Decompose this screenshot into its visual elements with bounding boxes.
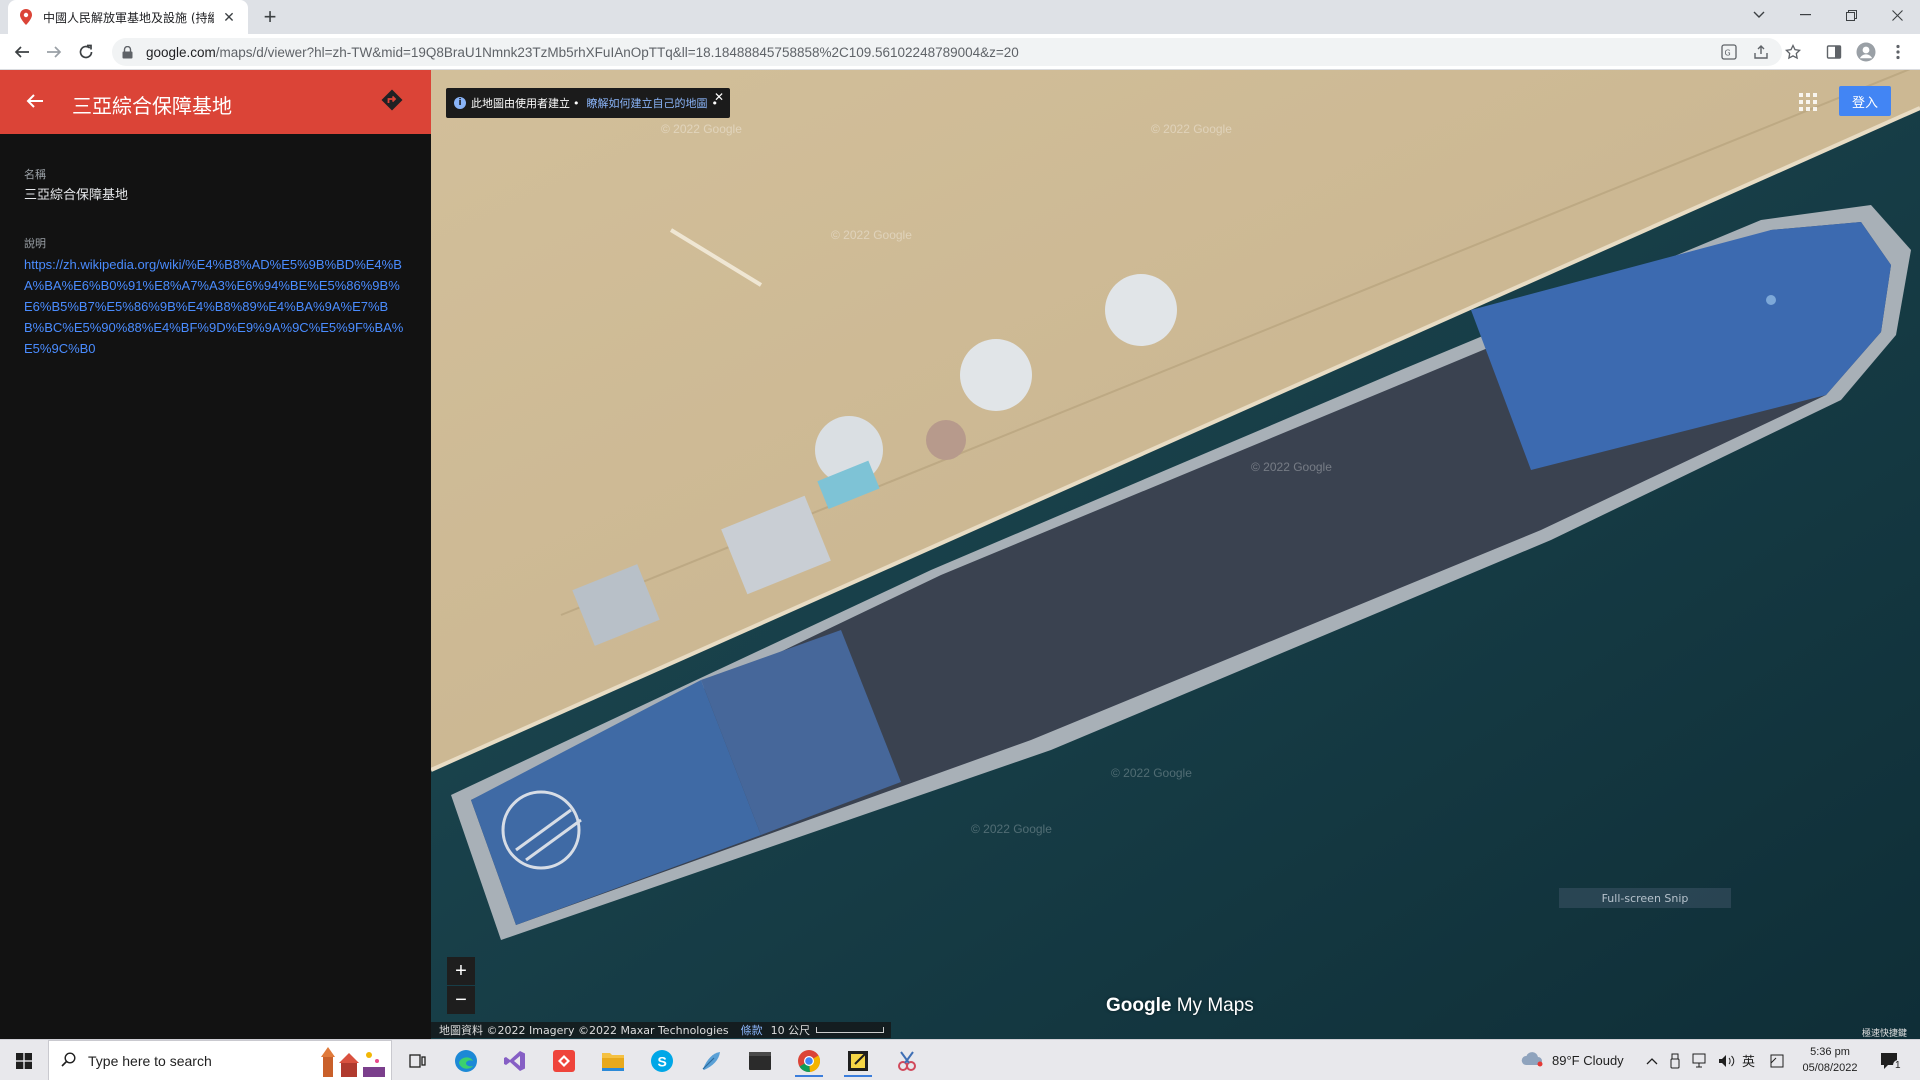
place-title: 三亞綜合保障基地 — [72, 94, 232, 118]
close-window-button[interactable] — [1874, 0, 1920, 30]
map-attribution: 地圖資料 ©2022 Imagery ©2022 Maxar Technolog… — [431, 1022, 891, 1038]
search-icon — [61, 1051, 76, 1070]
svg-text:G: G — [1725, 49, 1731, 58]
network-icon[interactable] — [1692, 1040, 1710, 1080]
share-icon[interactable] — [1749, 40, 1773, 64]
search-placeholder: Type here to search — [88, 1052, 212, 1069]
map-watermark: © 2022 Google — [1151, 122, 1232, 136]
browser-tab[interactable]: 中國人民解放軍基地及設施 (持續... ✕ — [8, 0, 248, 34]
windows-taskbar: Type here to search S 89°F Cloudy 英 5:36… — [0, 1039, 1920, 1080]
tab-close-icon[interactable]: ✕ — [220, 8, 238, 26]
directions-icon[interactable] — [380, 88, 406, 114]
back-arrow-icon[interactable] — [22, 88, 48, 114]
map-watermark: © 2022 Google — [1251, 460, 1332, 474]
description-label: 說明 — [24, 237, 46, 250]
browser-toolbar: google.com/maps/d/viewer?hl=zh-TW&mid=19… — [0, 34, 1920, 70]
terms-link[interactable]: 條款 — [741, 1022, 763, 1038]
chrome-icon[interactable] — [789, 1044, 829, 1077]
user-created-map-notice: i 此地圖由使用者建立 • 瞭解如何建立自己的地圖 • ✕ — [446, 88, 730, 118]
google-maps-favicon-icon — [18, 9, 34, 25]
new-tab-button[interactable]: + — [258, 4, 282, 29]
name-label: 名稱 — [24, 168, 46, 181]
notification-count: 1 — [1893, 1060, 1903, 1071]
google-wordmark: Google — [1106, 995, 1172, 1016]
name-value: 三亞綜合保障基地 — [24, 188, 129, 203]
tab-strip: 中國人民解放軍基地及設施 (持續... ✕ + — [0, 0, 1920, 34]
profile-avatar-icon[interactable] — [1854, 40, 1878, 64]
bookmark-star-icon[interactable] — [1781, 40, 1805, 64]
minimize-button[interactable] — [1782, 0, 1828, 30]
edge-browser-icon[interactable] — [446, 1044, 486, 1077]
notice-close-icon[interactable]: ✕ — [714, 90, 724, 104]
notifications-icon[interactable]: 1 — [1880, 1040, 1903, 1080]
anydesk-icon[interactable] — [544, 1044, 584, 1077]
weather-widget[interactable]: 89°F Cloudy — [1520, 1040, 1624, 1080]
windows-start-icon[interactable] — [0, 1040, 48, 1080]
forward-icon[interactable] — [42, 40, 66, 64]
volume-icon[interactable] — [1718, 1040, 1736, 1080]
show-hidden-icons-icon[interactable] — [1646, 1040, 1658, 1080]
shortcut-overlay-label: 極速快捷鍵 — [1862, 1029, 1908, 1039]
taskbar-search-box[interactable]: Type here to search — [48, 1040, 392, 1080]
scale-bar — [816, 1027, 885, 1033]
apps-grid-icon[interactable] — [1797, 91, 1819, 113]
reload-icon[interactable] — [74, 40, 98, 64]
zoom-out-button[interactable]: − — [447, 986, 475, 1014]
address-bar[interactable]: google.com/maps/d/viewer?hl=zh-TW&mid=19… — [112, 38, 1782, 66]
clock-time: 5:36 pm — [1810, 1046, 1850, 1058]
weather-text: 89°F Cloudy — [1552, 1053, 1624, 1068]
map-watermark: © 2022 Google — [971, 822, 1052, 836]
taskbar-clock[interactable]: 5:36 pm 05/08/2022 — [1790, 1044, 1870, 1076]
lock-icon[interactable] — [122, 45, 136, 59]
file-explorer-icon[interactable] — [593, 1044, 633, 1077]
usb-device-icon[interactable] — [1670, 1040, 1680, 1080]
url-host: google.com — [146, 44, 216, 60]
svg-text:S: S — [658, 1053, 667, 1069]
map-watermark: © 2022 Google — [1111, 766, 1192, 780]
keyboard-layout-icon[interactable] — [1770, 1040, 1784, 1080]
url-path: /maps/d/viewer?hl=zh-TW&mid=19Q8BraU1Nmn… — [215, 44, 1019, 60]
panel-header: 三亞綜合保障基地 — [0, 70, 431, 134]
visual-studio-icon[interactable] — [495, 1044, 535, 1077]
task-view-icon[interactable] — [398, 1044, 438, 1077]
notice-text: 此地圖由使用者建立 — [471, 97, 570, 110]
zoom-in-button[interactable]: + — [447, 957, 475, 985]
sign-in-button[interactable]: 登入 — [1839, 86, 1891, 116]
sticky-notes-icon[interactable] — [838, 1044, 878, 1077]
place-details-panel: 三亞綜合保障基地 名稱 三亞綜合保障基地 說明 https://zh.wikip… — [0, 70, 431, 1039]
attribution-text: 地圖資料 ©2022 Imagery ©2022 Maxar Technolog… — [439, 1024, 729, 1037]
restore-button[interactable] — [1828, 0, 1874, 30]
cloudy-weather-icon — [1520, 1050, 1544, 1071]
more-menu-icon[interactable] — [1886, 40, 1910, 64]
translate-icon[interactable]: G — [1717, 40, 1741, 64]
tab-title: 中國人民解放軍基地及設施 (持續... — [43, 10, 214, 25]
my-maps-wordmark: My Maps — [1176, 995, 1254, 1016]
tab-search-icon[interactable] — [1736, 0, 1782, 30]
input-method-indicator[interactable]: 英 — [1742, 1040, 1755, 1080]
info-icon: i — [454, 97, 466, 109]
clock-date: 05/08/2022 — [1802, 1062, 1858, 1074]
feather-app-icon[interactable] — [691, 1044, 731, 1077]
side-panel-icon[interactable] — [1822, 40, 1846, 64]
skype-icon[interactable]: S — [642, 1044, 682, 1077]
map-watermark: © 2022 Google — [661, 122, 742, 136]
search-highlight-illustration-icon — [317, 1045, 387, 1080]
full-screen-snip-overlay: Full-screen Snip — [1559, 888, 1731, 908]
scale-label[interactable]: 10 公尺 — [771, 1022, 811, 1038]
google-my-maps-logo: Google My Maps — [1106, 995, 1254, 1017]
snipping-tool-icon[interactable] — [887, 1044, 927, 1077]
map-watermark: © 2022 Google — [831, 228, 912, 242]
back-icon[interactable] — [10, 40, 34, 64]
map-canvas[interactable]: © 2022 Google © 2022 Google © 2022 Googl… — [431, 70, 1920, 1039]
url-text: google.com/maps/d/viewer?hl=zh-TW&mid=19… — [146, 45, 1019, 60]
terminal-icon[interactable] — [740, 1044, 780, 1077]
learn-create-map-link[interactable]: 瞭解如何建立自己的地圖 — [587, 95, 708, 111]
description-link[interactable]: https://zh.wikipedia.org/wiki/%E4%B8%AD%… — [24, 254, 408, 359]
